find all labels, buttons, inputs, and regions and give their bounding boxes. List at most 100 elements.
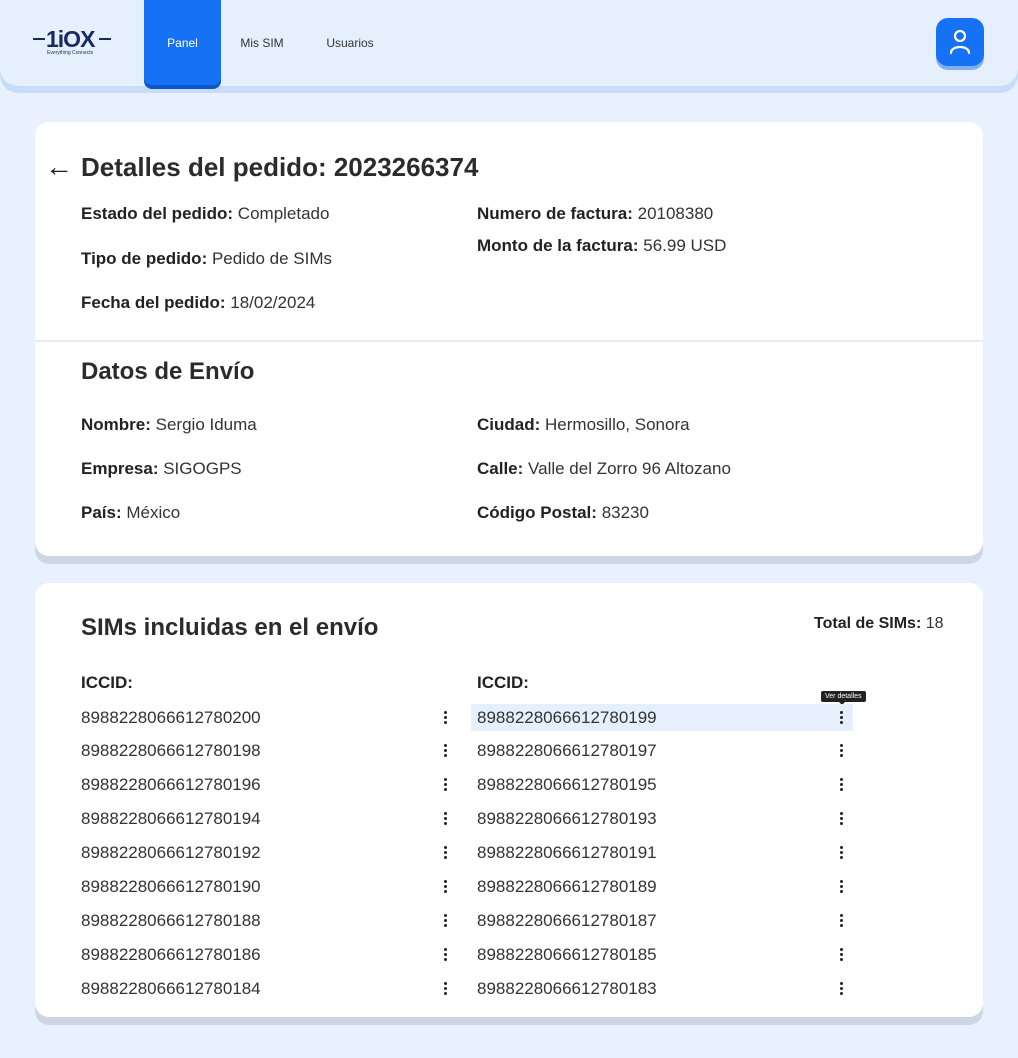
- order-type-label: Tipo de pedido:: [81, 249, 208, 268]
- order-date-value: 18/02/2024: [230, 293, 316, 312]
- logo-dash-right: [99, 38, 111, 40]
- brand-logo[interactable]: 1iOX Everything Connects: [33, 26, 113, 60]
- dot: [839, 711, 843, 714]
- sim-row[interactable]: 8988228066612780185: [471, 941, 853, 968]
- sim-row[interactable]: 8988228066612780196: [75, 771, 457, 798]
- sim-row[interactable]: 8988228066612780186: [75, 941, 457, 968]
- shipping-name: Nombre: Sergio Iduma: [81, 415, 257, 435]
- tooltip-ver-detalles: Ver detalles: [821, 691, 866, 705]
- dot: [839, 851, 843, 854]
- main-nav: Panel Mis SIM Usuarios: [144, 0, 397, 86]
- dot: [443, 846, 447, 849]
- logo-tagline: Everything Connects: [47, 50, 94, 56]
- shipping-country-label: País:: [81, 503, 122, 522]
- sim-iccid: 8988228066612780198: [81, 740, 261, 760]
- more-options-icon[interactable]: [831, 977, 851, 1001]
- shipping-zip-value: 83230: [601, 503, 649, 522]
- dot: [839, 987, 843, 990]
- sim-iccid: 8988228066612780196: [81, 774, 261, 794]
- iccid-header-left: ICCID:: [81, 673, 133, 692]
- page-title: Detalles del pedido: 2023266374: [81, 152, 479, 182]
- sim-row[interactable]: 8988228066612780184: [75, 975, 457, 1002]
- more-options-icon[interactable]: [435, 841, 455, 865]
- arrow-left-icon[interactable]: ←: [45, 152, 73, 182]
- sim-row[interactable]: 8988228066612780193: [471, 805, 853, 832]
- profile-button[interactable]: [936, 18, 984, 66]
- more-options-icon[interactable]: [435, 875, 455, 899]
- dot: [443, 856, 447, 859]
- sims-card: SIMs incluidas en el envío Total de SIMs…: [35, 583, 983, 1017]
- sim-iccid: 8988228066612780195: [477, 774, 657, 794]
- sim-row[interactable]: 8988228066612780200: [75, 704, 457, 731]
- shipping-country: País: México: [81, 503, 180, 523]
- sim-row[interactable]: 8988228066612780190: [75, 873, 457, 900]
- logo-text: 1iOX: [46, 26, 95, 52]
- dot: [839, 992, 843, 995]
- shipping-zip-label: Código Postal:: [477, 503, 597, 522]
- dot: [839, 919, 843, 922]
- sim-row[interactable]: 8988228066612780195: [471, 771, 853, 798]
- more-options-icon[interactable]: [435, 909, 455, 933]
- nav-item-usuarios[interactable]: Usuarios: [303, 0, 397, 85]
- dot: [443, 749, 447, 752]
- shipping-company-label: Empresa:: [81, 459, 159, 478]
- sim-iccid: 8988228066612780184: [81, 978, 261, 998]
- dot: [839, 822, 843, 825]
- shipping-city-value: Hermosillo, Sonora: [545, 415, 690, 434]
- dot: [839, 783, 843, 786]
- nav-item-panel[interactable]: Panel: [144, 0, 221, 85]
- dot: [443, 851, 447, 854]
- sim-row[interactable]: 8988228066612780188: [75, 907, 457, 934]
- more-options-icon[interactable]: [435, 739, 455, 763]
- shipping-city-label: Ciudad:: [477, 415, 541, 434]
- more-options-icon[interactable]: [831, 875, 851, 899]
- sim-iccid: 8988228066612780194: [81, 808, 261, 828]
- sim-iccid: 8988228066612780192: [81, 842, 261, 862]
- shipping-city: Ciudad: Hermosillo, Sonora: [477, 415, 690, 435]
- sim-row[interactable]: 8988228066612780192: [75, 839, 457, 866]
- more-options-icon[interactable]: [831, 841, 851, 865]
- dot: [839, 744, 843, 747]
- order-type-value: Pedido de SIMs: [211, 249, 332, 268]
- dot: [839, 812, 843, 815]
- invoice-amount: Monto de la factura: 56.99 USD: [477, 236, 726, 256]
- sim-row[interactable]: 8988228066612780199: [471, 704, 853, 731]
- sim-iccid: 8988228066612780185: [477, 944, 657, 964]
- shipping-company: Empresa: SIGOGPS: [81, 459, 242, 479]
- sim-row[interactable]: 8988228066612780198: [75, 737, 457, 764]
- more-options-icon[interactable]: [435, 943, 455, 967]
- more-options-icon[interactable]: [831, 739, 851, 763]
- dot: [443, 711, 447, 714]
- nav-item-mis-sim[interactable]: Mis SIM: [221, 0, 303, 85]
- section-divider: [35, 340, 983, 342]
- dot: [839, 914, 843, 917]
- dot: [443, 924, 447, 927]
- top-navbar: 1iOX Everything Connects Panel Mis SIM U…: [0, 0, 1018, 86]
- dot: [839, 716, 843, 719]
- more-options-icon[interactable]: [435, 807, 455, 831]
- sim-row[interactable]: 8988228066612780187: [471, 907, 853, 934]
- more-options-icon[interactable]: [831, 807, 851, 831]
- dot: [839, 890, 843, 893]
- more-options-icon[interactable]: [435, 773, 455, 797]
- dot: [443, 783, 447, 786]
- more-options-icon[interactable]: [435, 706, 455, 730]
- sim-row[interactable]: 8988228066612780194: [75, 805, 457, 832]
- more-options-icon[interactable]: [831, 909, 851, 933]
- more-options-icon[interactable]: [435, 977, 455, 1001]
- dot: [839, 982, 843, 985]
- sim-row[interactable]: 8988228066612780191: [471, 839, 853, 866]
- sim-row[interactable]: 8988228066612780183: [471, 975, 853, 1002]
- dot: [839, 788, 843, 791]
- dot: [839, 817, 843, 820]
- order-type: Tipo de pedido: Pedido de SIMs: [81, 249, 332, 269]
- sim-row[interactable]: 8988228066612780197: [471, 737, 853, 764]
- more-options-icon[interactable]: [831, 943, 851, 967]
- shipping-street-label: Calle:: [477, 459, 524, 478]
- dot: [443, 817, 447, 820]
- dot: [443, 716, 447, 719]
- dot: [839, 721, 843, 724]
- more-options-icon[interactable]: [831, 706, 851, 730]
- sim-row[interactable]: 8988228066612780189: [471, 873, 853, 900]
- more-options-icon[interactable]: [831, 773, 851, 797]
